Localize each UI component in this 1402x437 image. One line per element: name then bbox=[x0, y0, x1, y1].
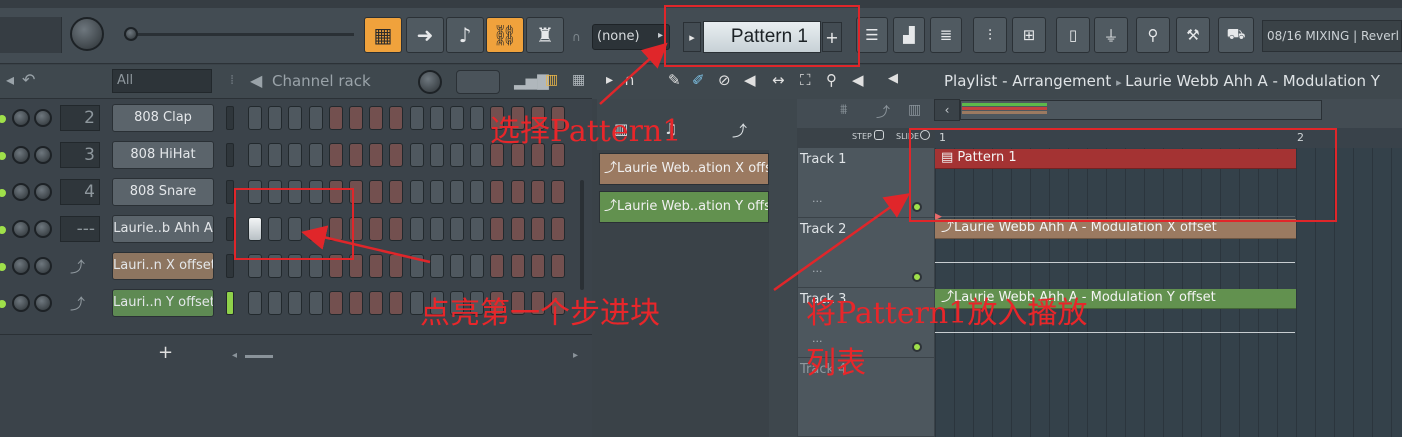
arrow-to-playlist bbox=[773, 193, 911, 292]
arrow-to-pattern bbox=[599, 42, 668, 105]
arrow-to-step bbox=[301, 225, 431, 264]
annotation-arrows bbox=[301, 42, 911, 292]
